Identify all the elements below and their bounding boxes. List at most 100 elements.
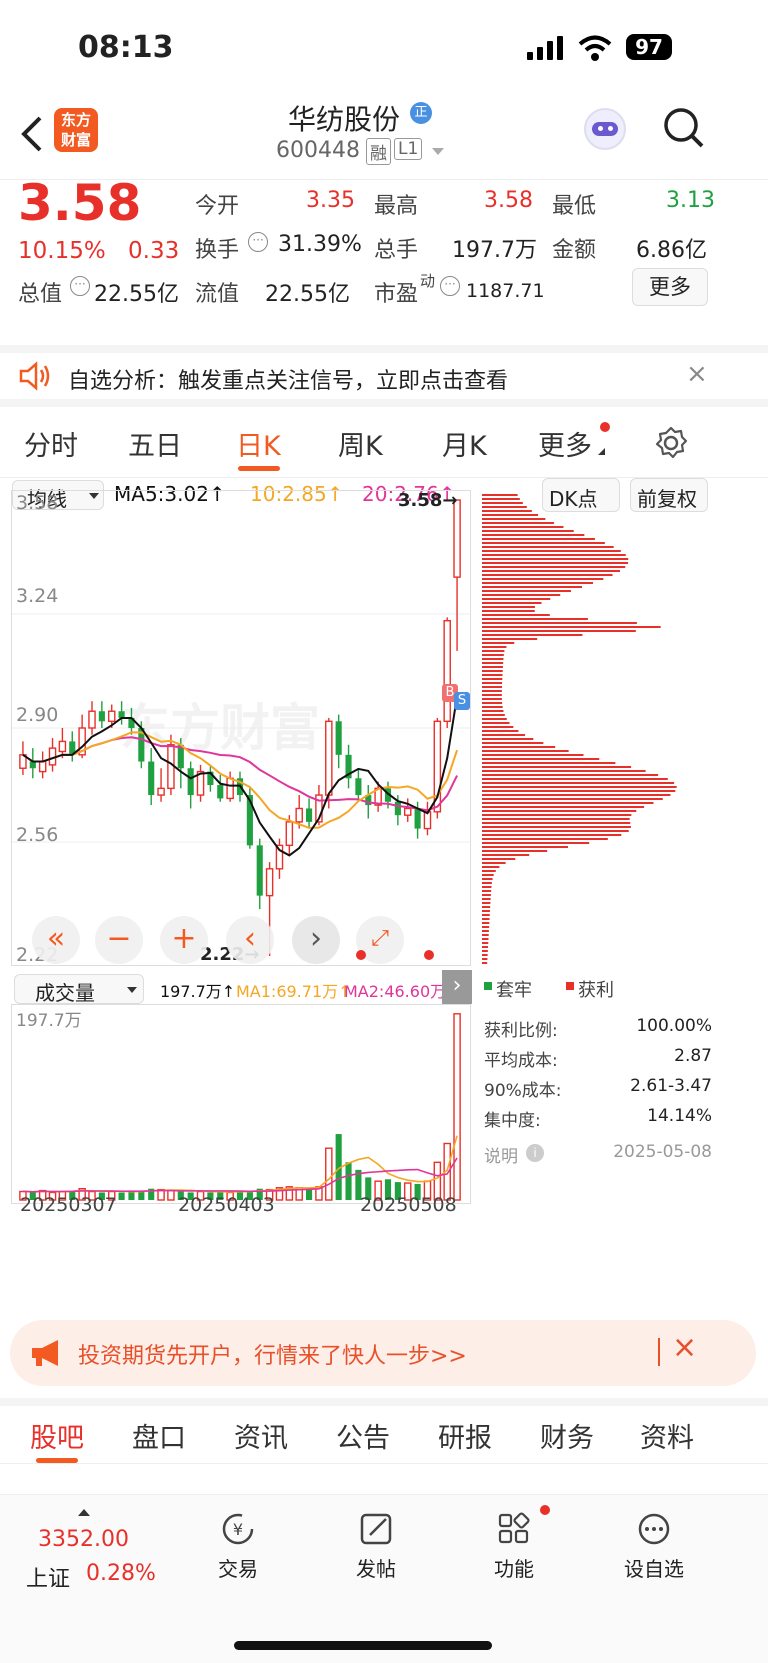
tab-forum[interactable]: 股吧 [30,1416,84,1455]
logo-line1: 东方 [60,111,91,129]
candle-body[interactable] [423,811,432,830]
volume-chart[interactable] [0,1004,472,1204]
candle-body[interactable] [148,761,155,796]
back-icon[interactable] [18,114,44,154]
tab-daily-k[interactable]: 日K [236,424,281,463]
tab-weekly-k[interactable]: 周K [338,424,383,463]
chip-note-link[interactable]: 说明 [484,1142,518,1167]
chip-bar [482,598,551,600]
info-icon[interactable]: i [526,1144,544,1162]
search-icon[interactable] [662,106,706,150]
chip-bar [482,694,502,696]
chip-bar [482,822,631,824]
promo-banner[interactable]: 投资期货先开户，行情来了快人一步>> × [10,1320,756,1386]
tab-research[interactable]: 研报 [438,1416,492,1455]
candle-body[interactable] [29,761,36,769]
candle-body[interactable] [325,720,333,796]
chip-bar [482,650,505,652]
chip-bar [482,542,605,544]
candle-body[interactable] [394,801,401,816]
candle-body[interactable] [226,777,234,800]
chip-bar [482,662,504,664]
tab-profile[interactable]: 资料 [640,1416,694,1455]
nav-post[interactable]: 发帖 [344,1511,408,1582]
app-logo[interactable]: 东方 财富 [54,108,98,152]
tab-financials[interactable]: 财务 [540,1416,594,1455]
candle-body[interactable] [443,620,451,722]
chip-bar [482,826,631,828]
candle-body[interactable] [453,499,461,578]
candle-body[interactable] [58,740,67,753]
chip-distribution-chart[interactable] [474,490,714,966]
index-value: 3352.00 [38,1527,129,1552]
candle-body[interactable] [403,807,412,816]
volume-bar[interactable] [306,1188,313,1200]
more-info-icon[interactable]: ··· [440,276,460,296]
chip-stat-label: 平均成本: [484,1051,558,1071]
more-info-icon[interactable]: ··· [248,232,268,252]
tab-five-day[interactable]: 五日 [128,424,182,463]
level-tag: L1 [394,138,423,160]
notice-banner[interactable]: 自选分析：触发重点关注信号，立即点击查看 × [0,345,768,407]
candle-body[interactable] [107,710,116,722]
volume-bar[interactable] [128,1191,135,1200]
chip-bar [482,586,583,588]
candle-body[interactable] [187,768,194,796]
volume-bar[interactable] [118,1192,125,1200]
indicator-selector[interactable]: 成交量 [14,974,144,1005]
candle-body[interactable] [118,711,125,718]
candle-body[interactable] [98,711,105,722]
scroll-left-icon[interactable]: ‹ [226,916,274,964]
tab-announcements[interactable]: 公告 [336,1416,390,1455]
chip-bar [482,558,629,560]
zoom-in-icon[interactable]: + [160,916,208,964]
gear-icon[interactable] [654,426,688,460]
volume-bar[interactable] [345,1162,352,1200]
open-value: 3.35 [306,188,355,213]
volume-bar[interactable] [453,1013,461,1201]
scroll-right-icon[interactable]: › [292,916,340,964]
more-info-icon[interactable]: ··· [70,276,90,296]
volume-bar[interactable] [167,1189,175,1201]
chevron-down-icon[interactable] [432,148,444,155]
expand-arrow-icon[interactable]: › [442,970,472,1004]
date-middle: 20250403 [178,1194,275,1216]
candle-body[interactable] [256,845,263,896]
robot-avatar-icon[interactable] [584,108,626,150]
chip-bar [482,902,491,904]
close-icon[interactable]: × [672,1330,697,1365]
candle-body[interactable] [157,787,165,796]
nav-trade[interactable]: ¥ 交易 [206,1511,270,1582]
nav-functions[interactable]: 功能 [482,1511,546,1582]
tab-news[interactable]: 资讯 [234,1416,288,1455]
tab-more[interactable]: 更多 [538,424,592,463]
candle-body[interactable] [355,778,362,796]
zoom-out-icon[interactable]: − [95,916,143,964]
megaphone-icon [32,1340,58,1366]
kline-section: 均线 MA5:3.02↑ 10:2.85↑ 20:2.76↑ DK点 前复权 东… [0,478,768,1308]
tab-intraday[interactable]: 分时 [24,424,78,463]
candle-body[interactable] [285,821,294,847]
kline-chart[interactable] [0,478,472,978]
sell-tag[interactable]: S [454,692,470,710]
nav-add-watchlist[interactable]: 设自选 [614,1511,694,1582]
close-icon[interactable]: × [686,359,708,389]
collapse-up-icon[interactable] [78,1509,90,1516]
candle-body[interactable] [38,760,47,773]
candle-body[interactable] [88,710,96,729]
candle-body[interactable] [217,785,224,799]
candle-body[interactable] [335,721,342,755]
candle-body[interactable] [295,807,303,823]
more-button[interactable]: 更多 [632,268,708,306]
chip-bar [482,894,491,896]
rewind-icon[interactable]: « [32,916,80,964]
verified-badge: 正 [410,102,432,124]
tab-orderbook[interactable]: 盘口 [132,1416,186,1455]
candle-body[interactable] [306,808,313,822]
market-cap-value: 22.55亿 [94,282,179,307]
candle-body[interactable] [265,868,274,897]
tab-monthly-k[interactable]: 月K [442,424,487,463]
candle-body[interactable] [414,808,421,829]
volume-bar[interactable] [325,1147,333,1201]
chip-bar [482,642,515,644]
